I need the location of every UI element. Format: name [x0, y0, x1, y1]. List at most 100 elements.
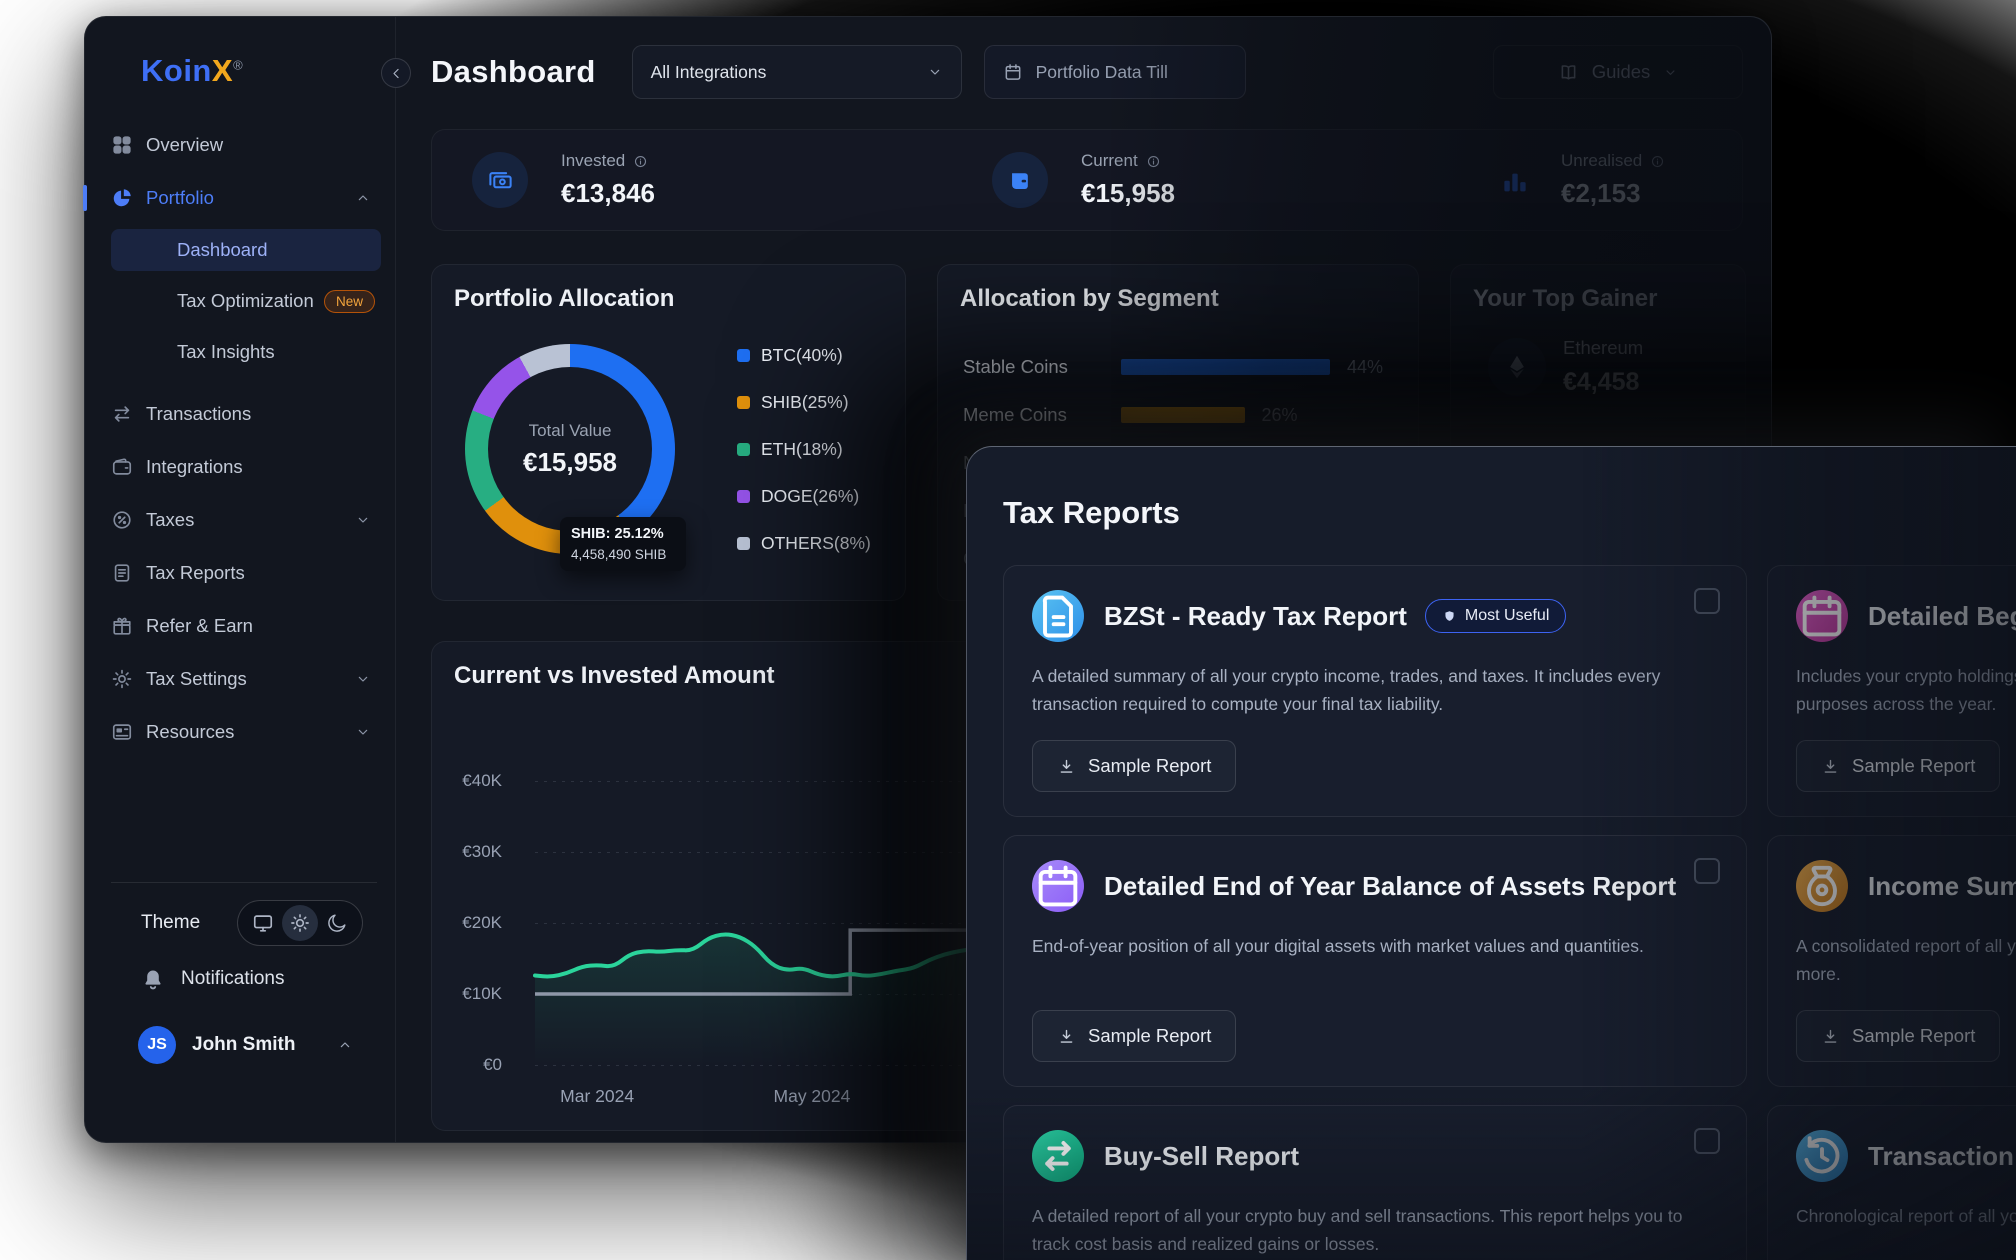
chevron-left-icon [389, 66, 404, 81]
theme-light-button[interactable] [282, 905, 318, 941]
segment-row: Stable Coins 44% [963, 343, 1398, 391]
sidebar-item-dashboard[interactable]: Dashboard [111, 229, 381, 271]
swap-icon [1032, 1130, 1084, 1182]
most-useful-badge: Most Useful [1425, 599, 1566, 633]
history-icon [1796, 1130, 1848, 1182]
legend-item[interactable]: SHIB(25%) [737, 392, 871, 412]
report-title: Detailed Beginning of Year Balance Repor… [1868, 601, 2016, 632]
sidebar-item-label: Resources [146, 721, 234, 743]
guides-button[interactable]: Guides [1493, 45, 1743, 99]
card-title: Portfolio Allocation [454, 285, 674, 313]
stat-unrealised: Unrealised €2,153 [1487, 130, 1665, 230]
info-icon[interactable] [633, 154, 648, 169]
legend-label: ETH(18%) [761, 439, 843, 460]
percent-badge-icon [111, 509, 133, 531]
gear-icon [111, 668, 133, 690]
segment-bar[interactable] [1121, 359, 1330, 375]
swap-arrows-icon [111, 403, 133, 425]
notifications-item[interactable]: Notifications [111, 959, 377, 999]
sidebar-item-portfolio[interactable]: Portfolio [111, 176, 381, 220]
legend-item[interactable]: ETH(18%) [737, 439, 871, 459]
wallet-filled-icon [992, 152, 1048, 208]
coin-name: Ethereum [1563, 337, 1643, 359]
stat-value: €13,846 [561, 178, 655, 209]
money-bag-icon [1796, 860, 1848, 912]
download-icon [1821, 1027, 1840, 1046]
avatar: JS [138, 1026, 176, 1064]
report-title: Income Summary Report [1868, 871, 2016, 902]
tooltip-line2: 4,458,490 SHIB [571, 547, 675, 562]
sidebar-item-tax-reports[interactable]: Tax Reports [111, 551, 381, 595]
new-badge: New [324, 290, 375, 313]
user-name: John Smith [192, 1034, 295, 1056]
chevron-down-icon [355, 512, 371, 528]
sidebar-item-tax-settings[interactable]: Tax Settings [111, 657, 381, 701]
info-icon[interactable] [1650, 154, 1665, 169]
sample-report-button[interactable]: Sample Report [1032, 740, 1236, 792]
sample-report-button[interactable]: Sample Report [1796, 1010, 2000, 1062]
sidebar-item-overview[interactable]: Overview [111, 123, 381, 167]
report-checkbox[interactable] [1694, 1128, 1720, 1154]
sidebar-item-integrations[interactable]: Integrations [111, 445, 381, 489]
report-card: BZSt - Ready Tax ReportMost UsefulA deta… [1003, 565, 1747, 817]
pie-icon [111, 187, 133, 209]
page-title: Dashboard [431, 54, 596, 90]
segment-row: Meme Coins26% [963, 391, 1398, 439]
sidebar-bottom: Theme Notifications JS John Smith [111, 882, 377, 1067]
monitor-icon [252, 912, 274, 934]
legend-item[interactable]: BTC(40%) [737, 345, 871, 365]
sidebar-collapse-button[interactable] [381, 58, 411, 88]
report-description: Chronological report of all your transac… [1796, 1202, 2016, 1230]
legend-label: OTHERS(8%) [761, 533, 871, 554]
legend-item[interactable]: OTHERS(8%) [737, 533, 871, 553]
segment-percent: 44% [1347, 357, 1383, 378]
legend-swatch [737, 396, 750, 409]
theme-dark-button[interactable] [319, 905, 355, 941]
card-title: Your Top Gainer [1473, 285, 1657, 313]
segment-label: Stable Coins [963, 356, 1121, 378]
sidebar-item-resources[interactable]: Resources [111, 710, 381, 754]
report-description: Includes your crypto holdings at the sta… [1796, 662, 2016, 719]
sample-report-button[interactable]: Sample Report [1796, 740, 2000, 792]
legend-item[interactable]: DOGE(26%) [737, 486, 871, 506]
info-icon[interactable] [1146, 154, 1161, 169]
integrations-filter-select[interactable]: All Integrations [632, 45, 962, 99]
portfolio-data-till-label: Portfolio Data Till [1036, 62, 1168, 83]
theme-row: Theme [111, 899, 377, 947]
portfolio-data-till-button[interactable]: Portfolio Data Till [984, 45, 1246, 99]
sample-report-label: Sample Report [1852, 755, 1975, 777]
report-checkbox[interactable] [1694, 588, 1720, 614]
download-icon [1057, 1027, 1076, 1046]
sidebar-item-taxes[interactable]: Taxes [111, 498, 381, 542]
sample-report-button[interactable]: Sample Report [1032, 1010, 1236, 1062]
sidebar: KoinX® OverviewPortfolioDashboardTax Opt… [85, 17, 396, 1142]
stat-current: Current €15,958 [992, 130, 1175, 230]
total-value-amount: €15,958 [523, 447, 617, 478]
sidebar-item-tax-optimization[interactable]: Tax Optimization New [111, 280, 381, 322]
report-description: A detailed summary of all your crypto in… [1032, 662, 1708, 719]
segment-bar[interactable] [1121, 407, 1245, 423]
theme-toggle[interactable] [237, 900, 363, 946]
report-title: Buy-Sell Report [1104, 1141, 1299, 1172]
sidebar-item-refer-earn[interactable]: Refer & Earn [111, 604, 381, 648]
donut-center: Total Value €15,958 [488, 367, 652, 531]
sidebar-item-transactions[interactable]: Transactions [111, 392, 381, 436]
legend-label: DOGE(26%) [761, 486, 859, 507]
sidebar-item-label: Portfolio [146, 187, 214, 209]
report-checkbox[interactable] [1694, 858, 1720, 884]
user-menu[interactable]: JS John Smith [111, 1023, 377, 1067]
sidebar-item-label: Tax Optimization [177, 290, 314, 312]
resources-icon [111, 721, 133, 743]
report-description: End-of-year position of all your digital… [1032, 932, 1708, 960]
logo-text-x: X [212, 53, 233, 88]
ethereum-icon [1488, 338, 1546, 396]
stat-invested: Invested €13,846 [472, 130, 655, 230]
gift-icon [111, 615, 133, 637]
legend-swatch [737, 349, 750, 362]
sidebar-item-label: Tax Insights [177, 341, 275, 363]
stats-card: Invested €13,846 Current €15,958 Unreali… [431, 129, 1743, 231]
sidebar-item-tax-insights[interactable]: Tax Insights [111, 331, 381, 373]
sidebar-item-label: Overview [146, 134, 223, 156]
current-vs-invested-card: Current vs Invested Amount €40K€30K€20K€… [431, 641, 1001, 1131]
theme-system-button[interactable] [245, 905, 281, 941]
